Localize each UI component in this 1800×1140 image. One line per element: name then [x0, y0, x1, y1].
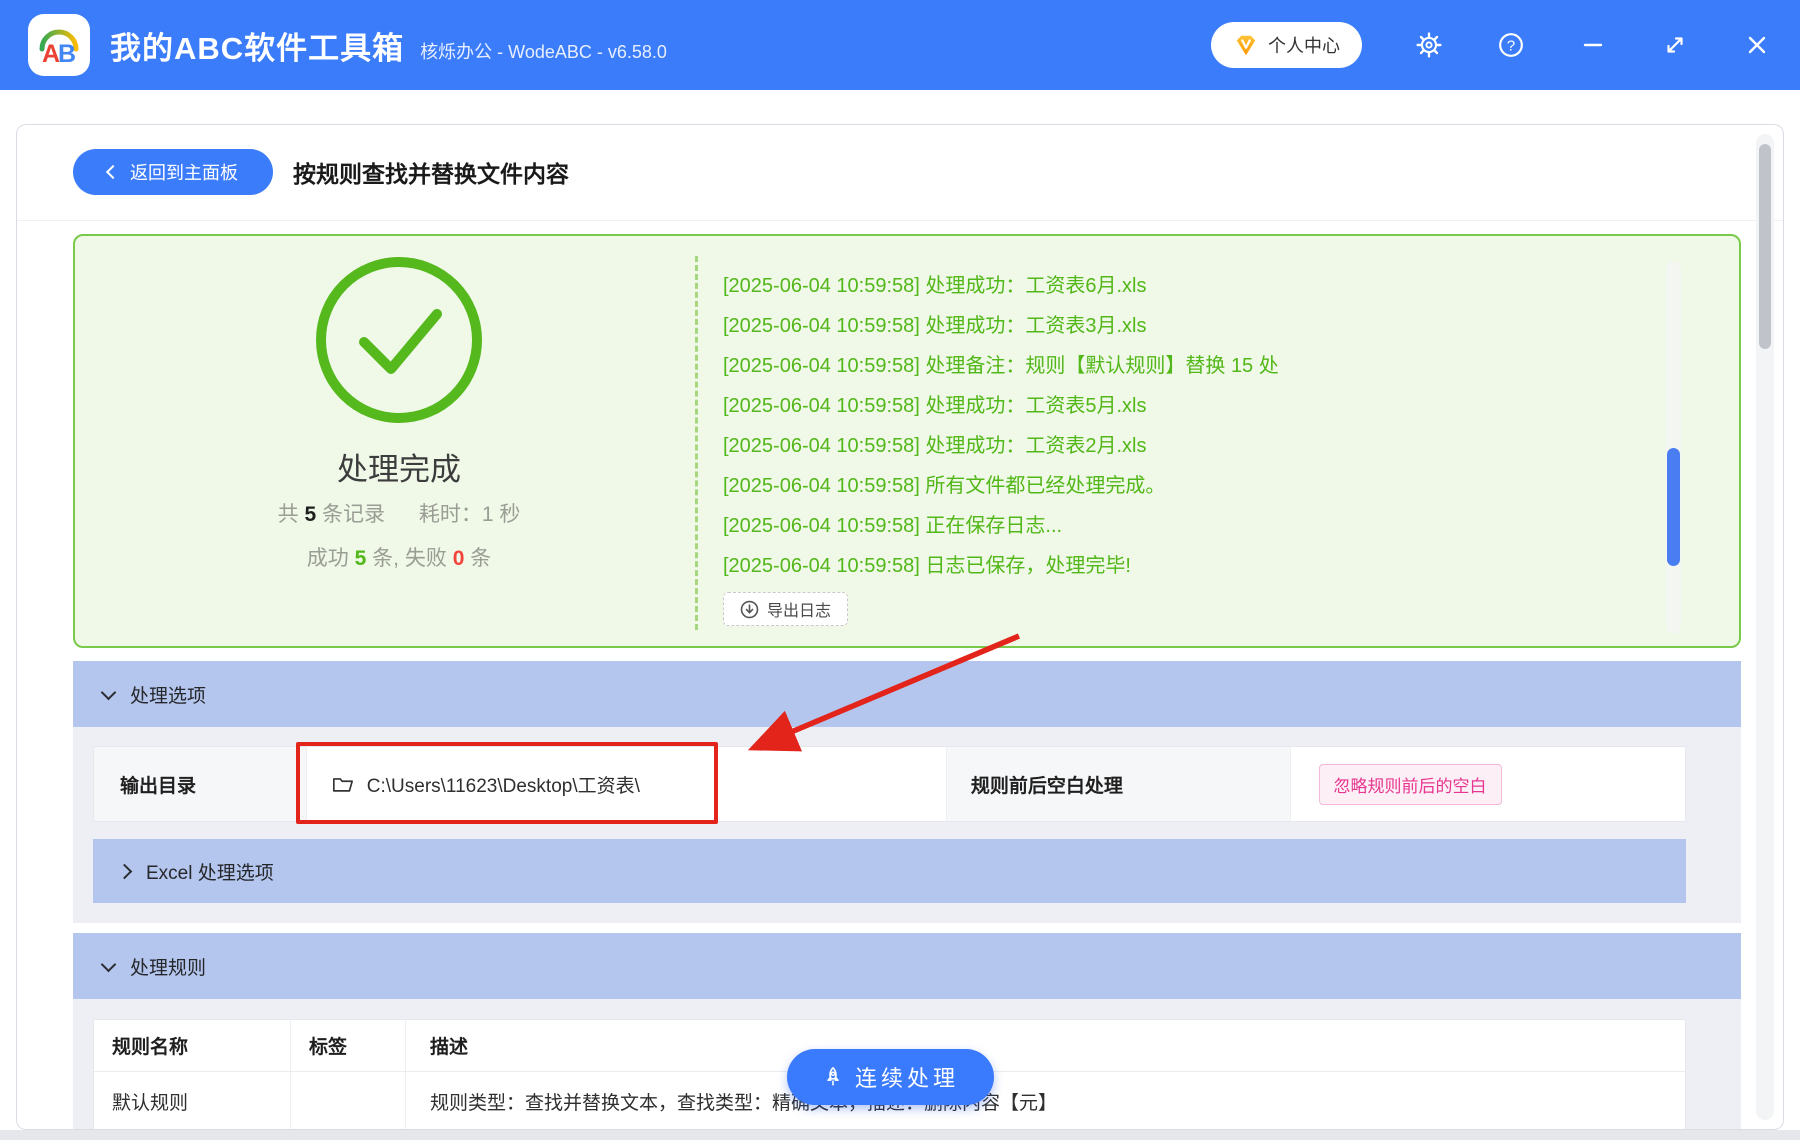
success-check-icon — [316, 257, 482, 423]
section-header-options[interactable]: 处理选项 — [73, 661, 1741, 727]
continue-processing-button[interactable]: 连续处理 — [787, 1049, 994, 1105]
page-title: 按规则查找并替换文件内容 — [293, 161, 569, 187]
window-bottom-edge — [0, 1130, 1800, 1140]
output-dir-value: C:\Users\11623\Desktop\工资表\ — [366, 775, 640, 797]
chevron-down-icon — [100, 684, 117, 700]
app-subtitle: 核烁办公 - WodeABC - v6.58.0 — [420, 42, 667, 62]
excel-options-row[interactable]: Excel 处理选项 — [93, 839, 1686, 903]
log-line: [2025-06-04 10:59:58] 处理成功：工资表2月.xls — [723, 435, 1147, 457]
settings-button[interactable] — [1414, 30, 1444, 60]
window-scrollbar-thumb[interactable] — [1759, 144, 1771, 349]
section-header-rules[interactable]: 处理规则 — [73, 933, 1741, 999]
toolbar-divider — [17, 220, 1783, 221]
table-cell: 默认规则 — [94, 1072, 291, 1129]
app-header: A B 我的ABC软件工具箱 核烁办公 - WodeABC - v6.58.0 … — [0, 0, 1800, 90]
whitespace-tag[interactable]: 忽略规则前后的空白 — [1318, 763, 1502, 805]
back-to-dashboard-button[interactable]: 返回到主面板 — [73, 149, 273, 195]
success-count: 5 — [354, 547, 367, 570]
log-line: [2025-06-04 10:59:58] 处理成功：工资表3月.xls — [723, 315, 1147, 337]
status-title: 处理完成 — [337, 452, 461, 487]
export-log-label: 导出日志 — [767, 603, 832, 620]
svg-text:?: ? — [1507, 37, 1515, 54]
svg-text:B: B — [58, 40, 76, 68]
log-list: [2025-06-04 10:59:58] 处理成功：工资表6月.xls [202… — [723, 266, 1663, 586]
help-button[interactable]: ? — [1496, 30, 1526, 60]
resize-icon — [1667, 37, 1683, 53]
help-icon: ? — [1499, 33, 1523, 57]
header-rule-desc: 描述 — [406, 1020, 1685, 1072]
header-rule-name: 规则名称 — [94, 1020, 291, 1072]
rules-section-title: 处理规则 — [130, 957, 207, 979]
rocket-icon — [827, 1067, 839, 1086]
vip-gem-icon — [1236, 35, 1256, 56]
excel-options-label: Excel 处理选项 — [146, 862, 274, 884]
elapsed-time: 耗时：1 秒 — [418, 503, 521, 526]
minimize-icon — [1583, 43, 1603, 47]
maximize-button[interactable] — [1660, 30, 1690, 60]
options-section-title: 处理选项 — [130, 685, 207, 707]
table-cell — [291, 1072, 406, 1129]
close-icon — [1748, 36, 1766, 54]
whitespace-cell: 忽略规则前后的空白 — [1291, 747, 1686, 821]
log-scrollbar-thumb[interactable] — [1667, 448, 1680, 566]
stats-line-result: 成功 5 条, 失败 0 条 — [306, 547, 492, 570]
log-separator — [695, 256, 698, 630]
output-dir-label: 输出目录 — [94, 747, 307, 821]
result-status-column: 处理完成 共 5 条记录 耗时：1 秒 成功 5 条, 失败 0 条 — [75, 236, 695, 646]
chevron-left-icon — [105, 164, 121, 180]
total-count: 5 — [304, 503, 317, 526]
log-line: [2025-06-04 10:59:58] 正在保存日志... — [723, 515, 1063, 537]
fail-count: 0 — [452, 547, 465, 570]
back-button-label: 返回到主面板 — [130, 163, 238, 183]
app-title: 我的ABC软件工具箱 — [110, 30, 405, 66]
log-line: [2025-06-04 10:59:58] 日志已保存，处理完毕! — [723, 555, 1131, 577]
log-line: [2025-06-04 10:59:58] 处理成功：工资表6月.xls — [723, 275, 1147, 297]
whitespace-label: 规则前后空白处理 — [946, 747, 1291, 821]
folder-icon — [332, 778, 353, 792]
main-card: 返回到主面板 按规则查找并替换文件内容 处理完成 共 5 条记录 耗时：1 秒 … — [16, 124, 1784, 1130]
log-scrollbar-track[interactable] — [1666, 261, 1681, 634]
user-center-label: 个人中心 — [1268, 36, 1340, 56]
chevron-down-icon — [100, 956, 117, 972]
continue-button-label: 连续处理 — [854, 1066, 959, 1091]
header-rule-tag: 标签 — [291, 1020, 406, 1072]
output-dir-field[interactable]: C:\Users\11623\Desktop\工资表\ — [307, 747, 947, 821]
chevron-right-icon — [116, 863, 133, 879]
window-scrollbar-track[interactable] — [1756, 134, 1774, 1120]
gear-icon — [1416, 32, 1442, 58]
table-cell: 规则类型：查找并替换文本，查找类型：精确文本，描述：删除内容【元】 — [430, 1092, 1058, 1114]
download-icon — [740, 600, 759, 618]
log-line: [2025-06-04 10:59:58] 所有文件都已经处理完成。 — [723, 475, 1166, 497]
options-content: 输出目录 C:\Users\11623\Desktop\工资表\ 规则前后空白处… — [73, 727, 1741, 923]
user-center-button[interactable]: 个人中心 — [1211, 22, 1362, 68]
close-button[interactable] — [1742, 30, 1772, 60]
abc-logo-icon: A B — [39, 29, 79, 68]
result-panel: 处理完成 共 5 条记录 耗时：1 秒 成功 5 条, 失败 0 条 [2025… — [73, 234, 1741, 648]
log-line: [2025-06-04 10:59:58] 处理备注：规则【默认规则】替换 15… — [723, 355, 1279, 377]
app-logo: A B — [28, 14, 90, 76]
options-row: 输出目录 C:\Users\11623\Desktop\工资表\ 规则前后空白处… — [93, 746, 1686, 822]
log-line: [2025-06-04 10:59:58] 处理成功：工资表5月.xls — [723, 395, 1147, 417]
stats-line-total: 共 5 条记录 耗时：1 秒 — [277, 503, 521, 526]
minimize-button[interactable] — [1578, 30, 1608, 60]
export-log-button[interactable]: 导出日志 — [723, 592, 849, 626]
